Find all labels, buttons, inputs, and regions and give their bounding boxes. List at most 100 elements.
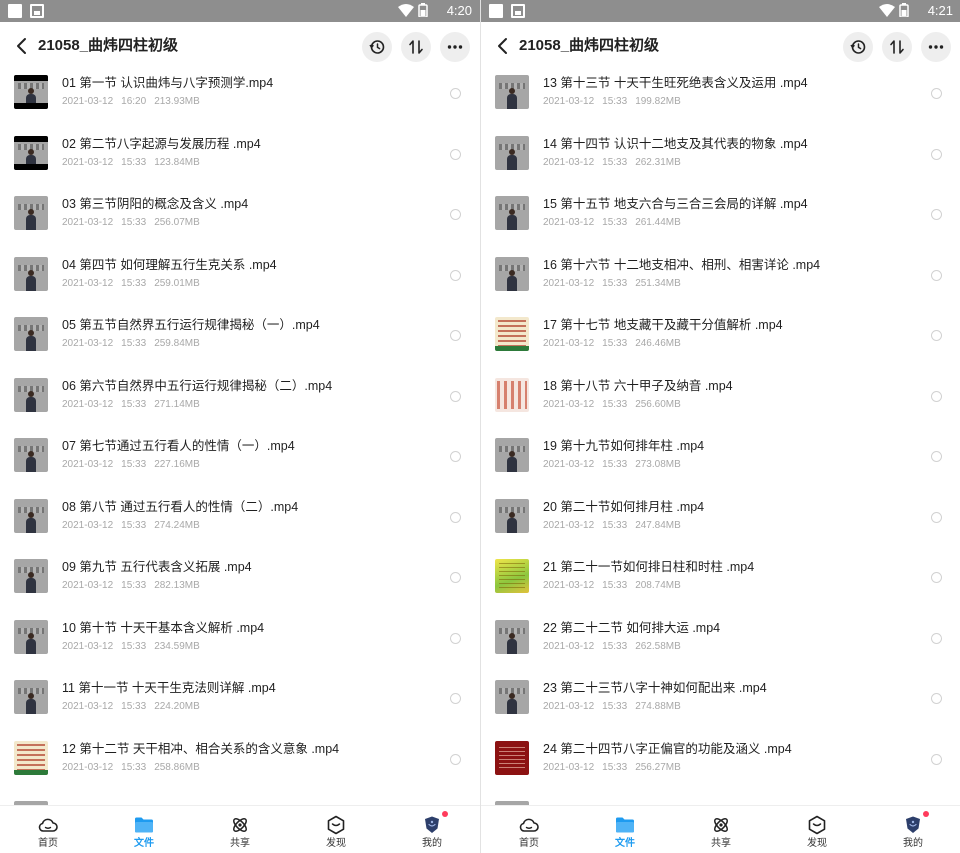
file-row[interactable]: 16 第十六节 十二地支相冲、相刑、相害详论 .mp4 2021-03-12 15:… [481,254,960,315]
video-thumbnail [495,498,529,533]
select-checkbox[interactable] [450,88,461,99]
history-button[interactable] [843,32,873,62]
tab-discover[interactable]: 发现 [769,806,865,853]
file-row-partial[interactable] [481,798,960,805]
file-date: 2021-03-12 [62,96,114,107]
tab-folder[interactable]: 文件 [96,806,192,853]
select-checkbox[interactable] [931,451,942,462]
select-checkbox[interactable] [931,330,942,341]
file-row[interactable]: 17 第十七节 地支藏干及藏干分值解析 .mp4 2021-03-12 15:33 2… [481,314,960,375]
file-row[interactable]: 06 第六节自然界中五行运行规律揭秘（二）.mp4 2021-03-12 15:33… [0,375,480,436]
select-checkbox[interactable] [450,632,461,644]
select-checkbox[interactable] [450,330,461,341]
select-checkbox[interactable] [931,572,942,583]
file-row[interactable]: 05 第五节自然界五行运行规律揭秘（一）.mp4 2021-03-12 15:33 2… [0,314,480,375]
file-row[interactable]: 11 第十一节 十天干生克法则详解 .mp4 2021-03-12 15:33 224… [0,677,480,738]
file-date: 2021-03-12 [543,277,595,289]
file-row[interactable]: 08 第八节 通过五行看人的性情（二）.mp4 2021-03-12 15:33 27… [0,496,480,557]
file-row[interactable]: 19 第十九节如何排年柱 .mp4 2021-03-12 15:33 273.08MB [481,435,960,496]
file-row[interactable]: 14 第十四节 认识十二地支及其代表的物象 .mp4 2021-03-12 15:3… [481,133,960,194]
select-checkbox[interactable] [450,209,461,220]
more-options-button[interactable] [921,32,951,62]
file-row[interactable]: 07 第七节通过五行看人的性情（一）.mp4 2021-03-12 15:33 227… [0,435,480,496]
select-checkbox[interactable] [450,753,461,765]
file-row[interactable]: 20 第二十节如何排月柱 .mp4 2021-03-12 15:33 247.84MB [481,496,960,557]
select-checkbox[interactable] [931,148,942,160]
file-time: 15:33 [121,459,147,470]
select-checkbox[interactable] [450,269,461,281]
file-name: 15 第十五节 地支六合与三合三会局的详解 .mp4 [543,197,808,211]
file-row[interactable]: 09 第九节 五行代表含义拓展 .mp4 2021-03-12 15:33 282.1… [0,556,480,617]
file-name: 09 第九节 五行代表含义拓展 .mp4 [62,560,252,574]
sort-button[interactable] [882,32,912,62]
file-row[interactable]: 03 第三节阴阳的概念及含义 .mp4 2021-03-12 15:33 256.07… [0,193,480,254]
select-checkbox[interactable] [450,390,461,402]
select-checkbox[interactable] [450,572,461,583]
select-checkbox[interactable] [931,753,942,765]
file-date: 2021-03-12 [543,217,595,228]
file-row[interactable]: 18 第十八节 六十甲子及纳音 .mp4 2021-03-12 15:33 256.6… [481,375,960,436]
sort-button[interactable] [401,32,431,62]
tab-folder[interactable]: 文件 [577,806,673,853]
file-row[interactable]: 10 第十节 十天干基本含义解析 .mp4 2021-03-12 15:33 234.… [0,617,480,678]
tab-share[interactable]: 共享 [192,806,288,853]
more-dots-icon [447,45,463,49]
file-time: 15:33 [602,277,628,289]
video-thumbnail [495,619,529,654]
select-checkbox[interactable] [931,88,942,99]
select-checkbox[interactable] [931,209,942,220]
select-checkbox[interactable] [931,390,942,402]
select-checkbox[interactable] [931,632,942,644]
video-thumbnail [14,559,48,593]
file-row[interactable]: 04 第四节 如何理解五行生克关系 .mp4 2021-03-12 15:33 259… [0,254,480,315]
file-date: 2021-03-12 [62,761,114,773]
select-checkbox[interactable] [450,693,461,704]
select-checkbox[interactable] [450,451,461,462]
file-meta: 2021-03-12 15:33 258.86MB [62,761,208,775]
tab-label: 首页 [38,838,58,849]
file-name: 05 第五节自然界五行运行规律揭秘（一）.mp4 [62,318,320,332]
select-checkbox[interactable] [931,269,942,281]
file-time: 15:33 [121,761,147,773]
tab-share[interactable]: 共享 [673,806,769,853]
select-checkbox[interactable] [450,148,461,160]
select-checkbox[interactable] [931,511,942,523]
history-button[interactable] [362,32,392,62]
file-meta: 2021-03-12 15:33 262.58MB [543,640,689,654]
tab-profile[interactable]: 我的 [865,806,960,853]
file-row[interactable]: 13 第十三节 十天干生旺死绝表含义及运用 .mp4 2021-03-12 15:3… [481,72,960,133]
file-time: 15:33 [121,156,147,168]
file-row[interactable]: 02 第二节八字起源与发展历程 .mp4 2021-03-12 15:33 123.8… [0,133,480,194]
file-size: 274.88MB [635,701,681,712]
file-row[interactable]: 23 第二十三节八字十神如何配出来 .mp4 2021-03-12 15:33 274… [481,677,960,738]
file-meta: 2021-03-12 15:33 256.27MB [543,761,689,775]
tab-profile[interactable]: 我的 [384,806,480,853]
tab-cloud[interactable]: 首页 [0,806,96,853]
video-thumbnail [14,740,48,775]
select-checkbox[interactable] [450,511,461,523]
file-row[interactable]: 21 第二十一节如何排日柱和时柱 .mp4 2021-03-12 15:33 208.… [481,556,960,617]
file-meta: 2021-03-12 15:33 251.34MB [543,277,689,291]
file-name: 14 第十四节 认识十二地支及其代表的物象 .mp4 [543,136,808,151]
file-name: 04 第四节 如何理解五行生克关系 .mp4 [62,257,277,272]
file-size: 271.14MB [154,398,200,410]
file-row[interactable]: 22 第二十二节 如何排大运 .mp4 2021-03-12 15:33 262.58… [481,617,960,678]
file-time: 15:33 [602,398,628,410]
back-arrow-icon[interactable] [10,34,34,58]
file-row[interactable]: 12 第十二节 天干相冲、相合关系的含义意象 .mp4 2021-03-12 15:… [0,738,480,799]
back-arrow-icon[interactable] [491,34,515,58]
file-size: 256.60MB [635,398,681,410]
select-checkbox[interactable] [931,693,942,704]
tab-discover[interactable]: 发现 [288,806,384,853]
file-meta: 2021-03-12 15:33 271.14MB [62,398,208,412]
tab-cloud[interactable]: 首页 [481,806,577,853]
more-options-button[interactable] [440,32,470,62]
share-icon [233,818,247,832]
file-date: 2021-03-12 [62,277,114,289]
file-row-partial[interactable] [0,798,480,805]
top-bar: 21058_曲炜四柱初级 [0,22,480,72]
file-name: 08 第八节 通过五行看人的性情（二）.mp4 [62,499,299,514]
file-row[interactable]: 01 第一节 认识曲炜与八字预测学.mp4 2021-03-12 16:20 213.… [0,72,480,133]
file-row[interactable]: 24 第二十四节八字正偏官的功能及涵义 .mp4 2021-03-12 15:33 2… [481,738,960,799]
file-row[interactable]: 15 第十五节 地支六合与三合三会局的详解 .mp4 2021-03-12 15:3… [481,193,960,254]
